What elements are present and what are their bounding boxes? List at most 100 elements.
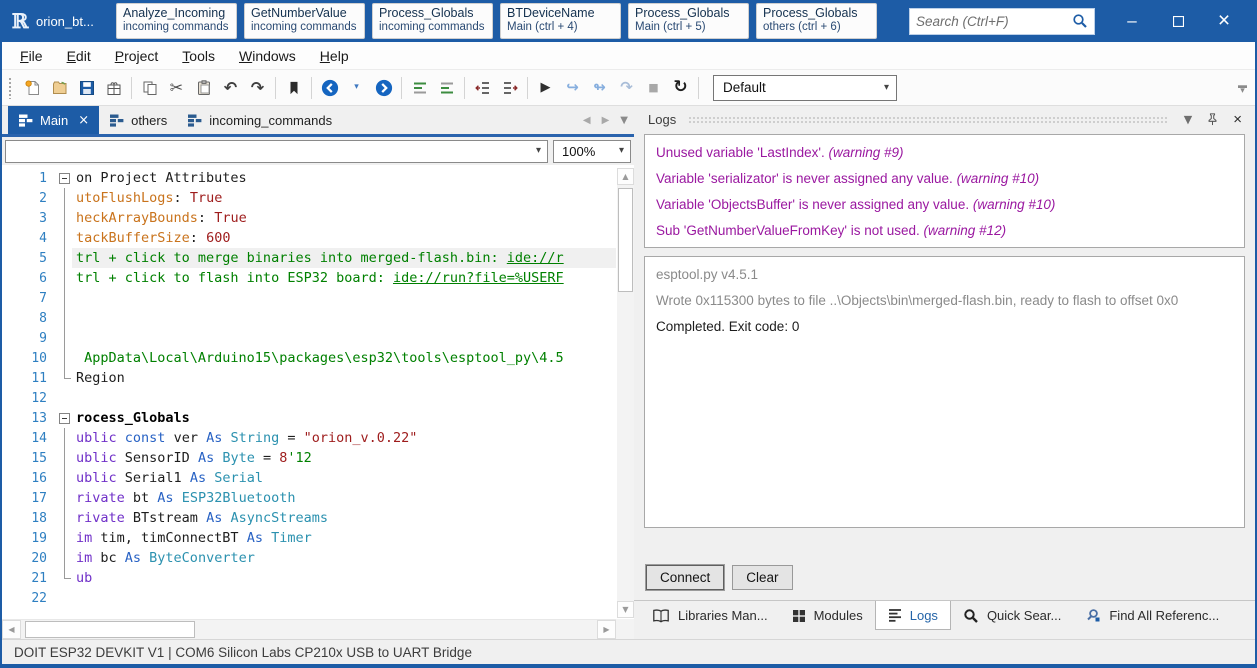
code-line-13[interactable]: 13 rocess_Globals (2, 408, 616, 428)
editor-zoom-select[interactable]: 100% ▾ (553, 139, 631, 163)
pin-icon[interactable] (1203, 112, 1222, 126)
nav-forward-icon[interactable] (370, 76, 397, 100)
code-line-22[interactable]: 22 (2, 588, 616, 608)
editor-tab-incoming_commands[interactable]: incoming_commands (177, 106, 342, 134)
code-line-3[interactable]: 3 heckArrayBounds: True (2, 208, 616, 228)
code-line-11[interactable]: 11 Region (2, 368, 616, 388)
editor-tab-others[interactable]: others (99, 106, 177, 134)
search-input[interactable] (916, 13, 1072, 29)
scroll-left-icon[interactable]: ◀ (2, 620, 21, 639)
bookmark-tab-6[interactable]: Process_Globals others (ctrl + 6) (756, 3, 877, 39)
build-configuration-select[interactable]: Default ▾ (713, 74, 897, 101)
bookmark-icon[interactable] (280, 76, 307, 100)
open-file-icon[interactable] (46, 76, 73, 100)
step-out-icon[interactable]: ↷ (613, 76, 640, 100)
code-line-18[interactable]: 18 rivate BTstream As AsyncStreams (2, 508, 616, 528)
fold-collapse-icon[interactable] (59, 173, 70, 184)
search-icon[interactable] (1072, 13, 1088, 29)
uncomment-icon[interactable] (433, 76, 460, 100)
code-line-15[interactable]: 15 ublic SensorID As Byte = 8'12 (2, 448, 616, 468)
warning-line-2[interactable]: Variable 'serializator' is never assigne… (656, 166, 1233, 192)
fold-collapse-icon[interactable] (59, 413, 70, 424)
horizontal-scroll-thumb[interactable] (25, 621, 195, 638)
toolbar-grip[interactable] (8, 76, 13, 99)
undo-icon[interactable]: ↶ (217, 76, 244, 100)
nav-back-icon[interactable] (316, 76, 343, 100)
save-all-icon[interactable] (100, 76, 127, 100)
vertical-scroll-thumb[interactable] (618, 188, 633, 292)
code-link[interactable]: ide://r (507, 250, 564, 266)
bookmark-tab-1[interactable]: Analyze_Incoming incoming commands (116, 3, 237, 39)
warning-line-3[interactable]: Variable 'ObjectsBuffer' is never assign… (656, 192, 1233, 218)
maximize-button[interactable] (1155, 6, 1201, 36)
panel-tab-logs[interactable]: Logs (874, 601, 951, 630)
vertical-scrollbar[interactable]: ▲ ▼ (617, 168, 634, 618)
indent-icon[interactable] (496, 76, 523, 100)
step-into-icon[interactable]: ↪ (559, 76, 586, 100)
code-line-17[interactable]: 17 rivate bt As ESP32Bluetooth (2, 488, 616, 508)
minimize-button[interactable]: – (1109, 6, 1155, 36)
module-member-select[interactable]: ▾ (5, 139, 548, 163)
code-line-20[interactable]: 20 im bc As ByteConverter (2, 548, 616, 568)
code-line-19[interactable]: 19 im tim, timConnectBT As Timer (2, 528, 616, 548)
save-icon[interactable] (73, 76, 100, 100)
code-line-12[interactable]: 12 (2, 388, 616, 408)
chevron-left-icon[interactable]: ◀ (583, 116, 591, 126)
menu-item-project[interactable]: Project (103, 44, 171, 68)
bookmark-tab-5[interactable]: Process_Globals Main (ctrl + 5) (628, 3, 749, 39)
comment-icon[interactable] (406, 76, 433, 100)
code-line-5[interactable]: 5 trl + click to merge binaries into merg… (2, 248, 616, 268)
code-line-9[interactable]: 9 (2, 328, 616, 348)
bookmark-tab-3[interactable]: Process_Globals incoming commands (372, 3, 493, 39)
cut-icon[interactable]: ✂ (163, 76, 190, 100)
horizontal-scrollbar[interactable]: ◀ ▶ (2, 619, 616, 639)
step-over-icon[interactable]: ↬ (586, 76, 613, 100)
panel-tab-modules[interactable]: Modules (780, 601, 875, 630)
paste-icon[interactable] (190, 76, 217, 100)
panel-tab-find-all-referenc[interactable]: Find All Referenc... (1073, 601, 1231, 630)
panel-close-icon[interactable]: × (1230, 111, 1245, 128)
stop-icon[interactable]: ■ (640, 76, 667, 100)
code-line-2[interactable]: 2 utoFlushLogs: True (2, 188, 616, 208)
close-button[interactable]: × (1201, 6, 1247, 36)
editor-tab-main[interactable]: Main × (8, 106, 100, 134)
clear-button[interactable]: Clear (732, 565, 793, 590)
copy-icon[interactable] (136, 76, 163, 100)
menu-item-tools[interactable]: Tools (170, 44, 227, 68)
outdent-icon[interactable] (469, 76, 496, 100)
redo-icon[interactable]: ↷ (244, 76, 271, 100)
warning-line-4[interactable]: Sub 'GetNumberValueFromKey' is not used.… (656, 218, 1233, 244)
panel-tab-libraries-man[interactable]: Libraries Man... (640, 601, 780, 630)
nav-back-menu-icon[interactable]: ▾ (343, 76, 370, 100)
code-line-1[interactable]: 1 on Project Attributes (2, 168, 616, 188)
bookmark-tab-4[interactable]: BTDeviceName Main (ctrl + 4) (500, 3, 621, 39)
scroll-right-icon[interactable]: ▶ (597, 620, 616, 639)
scroll-down-icon[interactable]: ▼ (617, 601, 634, 618)
warning-line-1[interactable]: Unused variable 'LastIndex'. (warning #9… (656, 140, 1233, 166)
code-link[interactable]: ide://run?file=%USERF (393, 270, 564, 286)
code-line-16[interactable]: 16 ublic Serial1 As Serial (2, 468, 616, 488)
code-line-4[interactable]: 4 tackBufferSize: 600 (2, 228, 616, 248)
code-line-10[interactable]: 10 AppData\Local\Arduino15\packages\esp3… (2, 348, 616, 368)
chevron-right-icon[interactable]: ▶ (602, 116, 610, 126)
code-line-14[interactable]: 14 ublic const ver As String = "orion_v.0… (2, 428, 616, 448)
menu-item-windows[interactable]: Windows (227, 44, 308, 68)
panel-tab-quick-sear[interactable]: Quick Sear... (951, 601, 1073, 630)
fold-margin[interactable] (58, 408, 72, 428)
scroll-up-icon[interactable]: ▲ (617, 168, 634, 185)
panel-menu-chevron-down-icon[interactable]: ▼ (1181, 114, 1195, 125)
panel-drag-handle[interactable] (688, 115, 1169, 123)
bookmark-tab-2[interactable]: GetNumberValue incoming commands (244, 3, 365, 39)
rebuild-icon[interactable]: ↻ (667, 76, 694, 100)
connect-button[interactable]: Connect (644, 564, 726, 591)
chevron-down-icon[interactable]: ▼ (620, 116, 628, 126)
code-line-7[interactable]: 7 (2, 288, 616, 308)
fold-margin[interactable] (58, 168, 72, 188)
code-line-21[interactable]: 21 ub (2, 568, 616, 588)
menu-item-edit[interactable]: Edit (55, 44, 103, 68)
new-file-icon[interactable] (19, 76, 46, 100)
run-icon[interactable]: ▶ (532, 76, 559, 100)
code-line-8[interactable]: 8 (2, 308, 616, 328)
menu-item-help[interactable]: Help (308, 44, 361, 68)
toolbar-overflow-button[interactable]: ▬ ▾ (1238, 80, 1249, 94)
